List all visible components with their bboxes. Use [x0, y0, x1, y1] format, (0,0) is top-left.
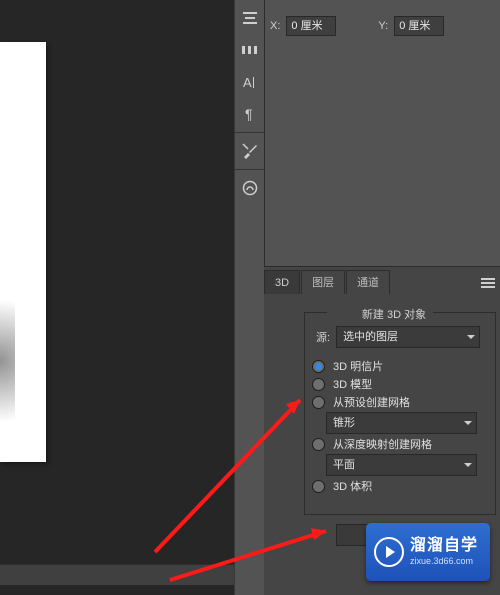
tab-3d[interactable]: 3D	[264, 270, 300, 295]
depth-map-value: 平面	[333, 459, 355, 471]
source-value: 选中的图层	[343, 331, 398, 343]
radio-3d-volume[interactable]	[312, 480, 325, 493]
brush-presets-icon[interactable]	[236, 137, 263, 165]
paragraph-panel-icon[interactable]: ¶	[236, 100, 263, 128]
x-input[interactable]: 0 厘米	[286, 16, 336, 36]
tab-layers[interactable]: 图层	[301, 270, 345, 295]
play-icon	[374, 537, 404, 567]
chevron-down-icon	[467, 335, 475, 339]
distribute-spacing-icon[interactable]	[236, 36, 263, 64]
depth-map-dropdown[interactable]: 平面	[326, 454, 477, 476]
canvas-area[interactable]	[0, 0, 234, 595]
x-label: X:	[270, 20, 280, 32]
properties-tool-strip: A ¶	[234, 0, 264, 595]
chevron-down-icon	[464, 421, 472, 425]
panel-tabs: 3D 图层 通道	[264, 266, 500, 296]
label-preset-mesh[interactable]: 从预设创建网格	[333, 394, 410, 410]
label-3d-volume[interactable]: 3D 体积	[333, 478, 372, 494]
watermark-url: zixue.3d66.com	[410, 557, 478, 567]
radio-depth-map[interactable]	[312, 438, 325, 451]
source-label: 源:	[316, 329, 330, 345]
character-panel-icon[interactable]: A	[236, 68, 263, 96]
preset-mesh-value: 锥形	[333, 417, 355, 429]
panel-menu-icon[interactable]	[476, 271, 500, 295]
source-dropdown[interactable]: 选中的图层	[336, 326, 480, 348]
options-bar-area: X: 0 厘米 Y: 0 厘米	[264, 0, 500, 266]
label-depth-map[interactable]: 从深度映射创建网格	[333, 436, 432, 452]
creative-cloud-icon[interactable]	[236, 174, 263, 202]
watermark-title: 溜溜自学	[410, 537, 478, 555]
y-input[interactable]: 0 厘米	[394, 16, 444, 36]
status-bar	[0, 564, 234, 585]
align-distribute-icon[interactable]	[236, 4, 263, 32]
label-3d-model[interactable]: 3D 模型	[333, 376, 372, 392]
radio-preset-mesh[interactable]	[312, 396, 325, 409]
svg-text:A: A	[243, 75, 252, 90]
group-title: 新建 3D 对象	[304, 306, 484, 322]
radio-3d-postcard[interactable]	[312, 360, 325, 373]
label-3d-postcard[interactable]: 3D 明信片	[333, 358, 383, 374]
svg-text:¶: ¶	[245, 106, 253, 122]
document-canvas[interactable]	[0, 42, 46, 462]
y-label: Y:	[378, 20, 388, 32]
watermark: 溜溜自学 zixue.3d66.com	[366, 523, 490, 581]
tab-channels[interactable]: 通道	[346, 270, 390, 295]
preset-mesh-dropdown[interactable]: 锥形	[326, 412, 477, 434]
radio-3d-model[interactable]	[312, 378, 325, 391]
canvas-shadow	[0, 286, 15, 436]
chevron-down-icon	[464, 463, 472, 467]
